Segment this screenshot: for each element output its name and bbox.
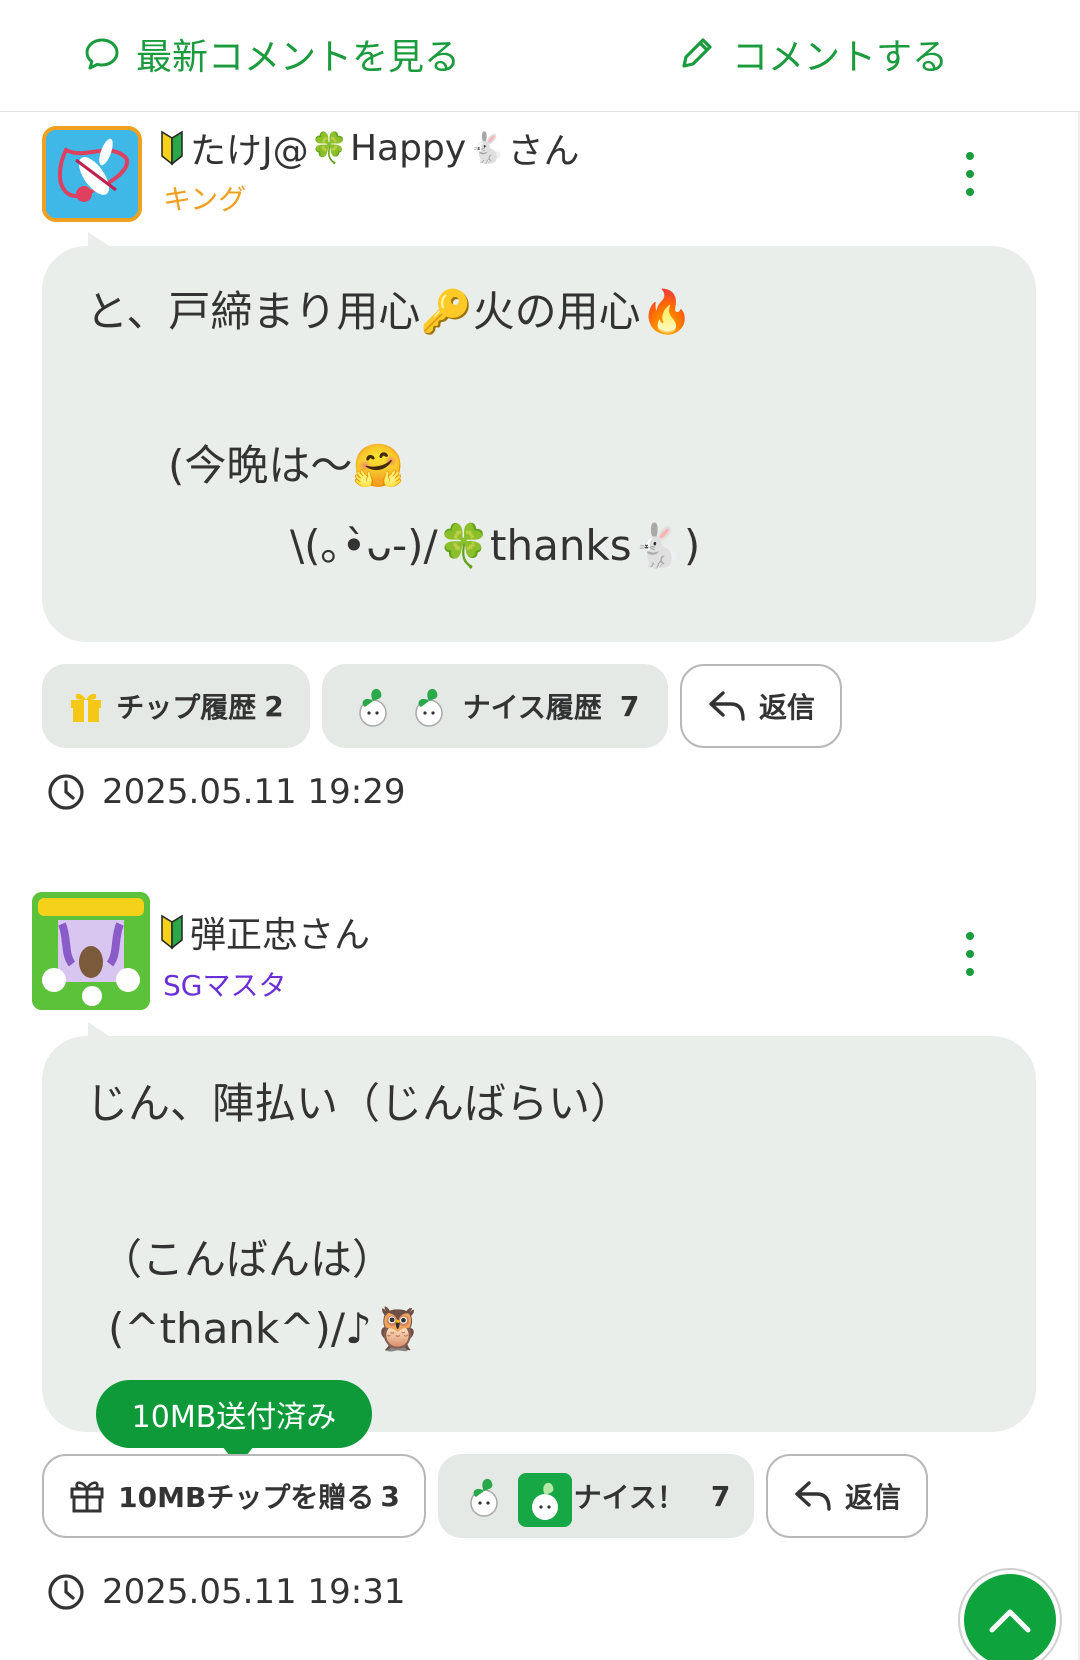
nice-label: ナイス！ bbox=[573, 1481, 685, 1514]
gift-icon bbox=[71, 693, 102, 722]
comment-line: と、戸締まり用心🔑火の用心🔥 bbox=[86, 287, 693, 336]
tip-history-label: チップ履歴 bbox=[116, 691, 257, 724]
nice-button[interactable]: ナイス！ 7 bbox=[438, 1454, 754, 1538]
kebab-menu-icon[interactable] bbox=[960, 152, 980, 196]
tip-history-count: 2 bbox=[264, 689, 284, 723]
timestamp: 2025.05.11 19:29 bbox=[46, 772, 405, 812]
user-name-mid: Happy bbox=[349, 127, 467, 169]
reply-label: 返信 bbox=[844, 1481, 901, 1514]
user-name-text: 弾正忠さん bbox=[190, 915, 371, 956]
user-name-suffix: さん bbox=[507, 131, 580, 172]
reply-button[interactable]: 返信 bbox=[766, 1454, 928, 1538]
reply-icon bbox=[709, 691, 745, 721]
comment-line: (今晩は〜🤗 bbox=[168, 441, 405, 490]
beginner-mark-icon bbox=[161, 914, 183, 950]
nice-history-count: 7 bbox=[619, 689, 640, 723]
chevron-up-icon bbox=[989, 1609, 1031, 1633]
kebab-menu-icon[interactable] bbox=[960, 932, 980, 976]
send-tip-count: 3 bbox=[380, 1479, 400, 1513]
nice-history-label: ナイス履歴 bbox=[462, 691, 602, 724]
comment-actions: チップ履歴 2 ナイス履歴 7 返信 bbox=[0, 664, 1080, 750]
send-tip-label: 10MBチップを贈る bbox=[118, 1481, 375, 1514]
post-comment-tab[interactable]: コメントする bbox=[676, 26, 948, 82]
mascot-icon bbox=[517, 1473, 572, 1527]
clover-icon: 🍀 bbox=[310, 130, 348, 166]
comment-actions: 10MBチップを贈る 3 ナイス！ 7 返信 bbox=[0, 1454, 1080, 1540]
comment-body: じん、陣払い（じんばらい） （こんばんは） (^thank^)/♪🦉 bbox=[42, 1022, 1036, 1432]
pencil-icon bbox=[682, 38, 712, 68]
nice-count: 7 bbox=[710, 1479, 731, 1513]
comment-line: （こんばんは） bbox=[100, 1235, 395, 1284]
avatar[interactable] bbox=[42, 126, 142, 222]
comment-line: \(｡•̀ᴗ-)/🍀thanks🐇) bbox=[290, 521, 701, 570]
user-name[interactable]: たけJ@ 🍀 Happy 🐇 さん bbox=[160, 122, 580, 174]
reply-icon bbox=[795, 1481, 831, 1511]
speech-bubble-icon bbox=[85, 38, 119, 70]
tip-history-button[interactable]: チップ履歴 2 bbox=[42, 664, 310, 748]
send-tip-button[interactable]: 10MBチップを贈る 3 bbox=[42, 1454, 426, 1538]
rabbit-icon: 🐇 bbox=[468, 130, 506, 166]
top-nav: 最新コメントを見る コメントする bbox=[0, 0, 1080, 112]
timestamp-text: 2025.05.11 19:29 bbox=[102, 772, 406, 812]
mascot-icon bbox=[407, 683, 453, 729]
mascot-icon bbox=[351, 683, 397, 729]
clock-icon bbox=[48, 774, 84, 810]
rank-label: SGマスタ bbox=[163, 969, 287, 1002]
latest-comments-tab[interactable]: 最新コメントを見る bbox=[84, 26, 460, 82]
gift-icon bbox=[70, 1481, 104, 1513]
clock-icon bbox=[48, 1574, 84, 1610]
user-name[interactable]: 弾正忠さん bbox=[160, 906, 370, 958]
scroll-to-top-button[interactable] bbox=[960, 1570, 1060, 1660]
comment-line: じん、陣払い（じんばらい） bbox=[86, 1079, 633, 1128]
reply-label: 返信 bbox=[758, 691, 815, 724]
post-comment-label: コメントする bbox=[732, 37, 949, 78]
avatar[interactable] bbox=[32, 892, 150, 1010]
reply-button[interactable]: 返信 bbox=[680, 664, 842, 748]
timestamp-text: 2025.05.11 19:31 bbox=[102, 1572, 406, 1612]
nice-history-button[interactable]: ナイス履歴 7 bbox=[322, 664, 668, 748]
comment-line: (^thank^)/♪🦉 bbox=[108, 1304, 425, 1353]
comment-body: と、戸締まり用心🔑火の用心🔥 (今晩は〜🤗 \(｡•̀ᴗ-)/🍀thanks🐇) bbox=[42, 232, 1036, 642]
tip-sent-tooltip: 10MB送付済み bbox=[96, 1380, 372, 1466]
mascot-icon bbox=[462, 1473, 508, 1519]
latest-comments-label: 最新コメントを見る bbox=[136, 37, 461, 78]
beginner-mark-icon bbox=[161, 130, 183, 166]
timestamp: 2025.05.11 19:31 bbox=[46, 1572, 405, 1612]
rank-label: キング bbox=[163, 183, 247, 216]
user-name-prefix: たけJ@ bbox=[190, 131, 309, 172]
